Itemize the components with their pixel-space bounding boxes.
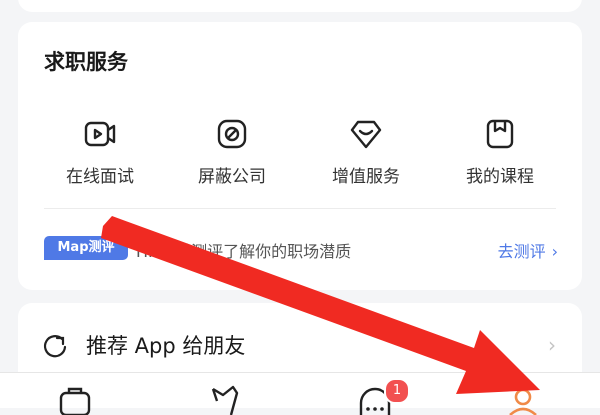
my-courses-icon: [482, 116, 518, 152]
briefcase-icon: [59, 387, 91, 415]
job-services-title: 求职服务: [44, 50, 128, 74]
service-label: 屏蔽公司: [198, 167, 266, 187]
recommend-app-label: 推荐 App 给朋友: [86, 334, 246, 358]
chevron-right-icon: ›: [551, 242, 558, 261]
tab-profile[interactable]: [503, 385, 543, 415]
service-label: 我的课程: [466, 167, 534, 187]
service-my-courses[interactable]: 我的课程: [440, 116, 560, 187]
message-count-badge: 1: [384, 378, 410, 404]
bottom-tab-bar: [0, 372, 600, 415]
go-eval-link[interactable]: 去测评 ›: [498, 238, 558, 262]
divider: [44, 208, 556, 209]
job-services-card: 求职服务 在线面试 屏蔽公司 增值服务 我的课程 Map测评 HR通过测评了解你…: [18, 22, 582, 290]
video-interview-icon: [82, 116, 118, 152]
service-block-company[interactable]: 屏蔽公司: [172, 116, 292, 187]
discover-icon: [211, 385, 239, 415]
tab-jobs[interactable]: [55, 385, 95, 415]
share-refresh-icon: [40, 332, 70, 362]
service-label: 在线面试: [66, 167, 134, 187]
chevron-right-icon: ›: [548, 333, 556, 357]
service-label: 增值服务: [332, 167, 400, 187]
go-eval-label: 去测评: [497, 242, 546, 261]
block-company-icon: [214, 116, 250, 152]
profile-icon: [509, 388, 537, 415]
map-eval-badge: Map测评: [44, 236, 128, 260]
service-value-added[interactable]: 增值服务: [306, 116, 426, 187]
map-eval-description: HR通过测评了解你的职场潜质: [136, 242, 352, 261]
tab-discover[interactable]: [205, 385, 245, 415]
service-online-interview[interactable]: 在线面试: [40, 116, 160, 187]
map-eval-row[interactable]: Map测评 HR通过测评了解你的职场潜质 去测评 ›: [44, 234, 558, 262]
value-added-icon: [348, 116, 384, 152]
previous-card: [18, 0, 582, 12]
